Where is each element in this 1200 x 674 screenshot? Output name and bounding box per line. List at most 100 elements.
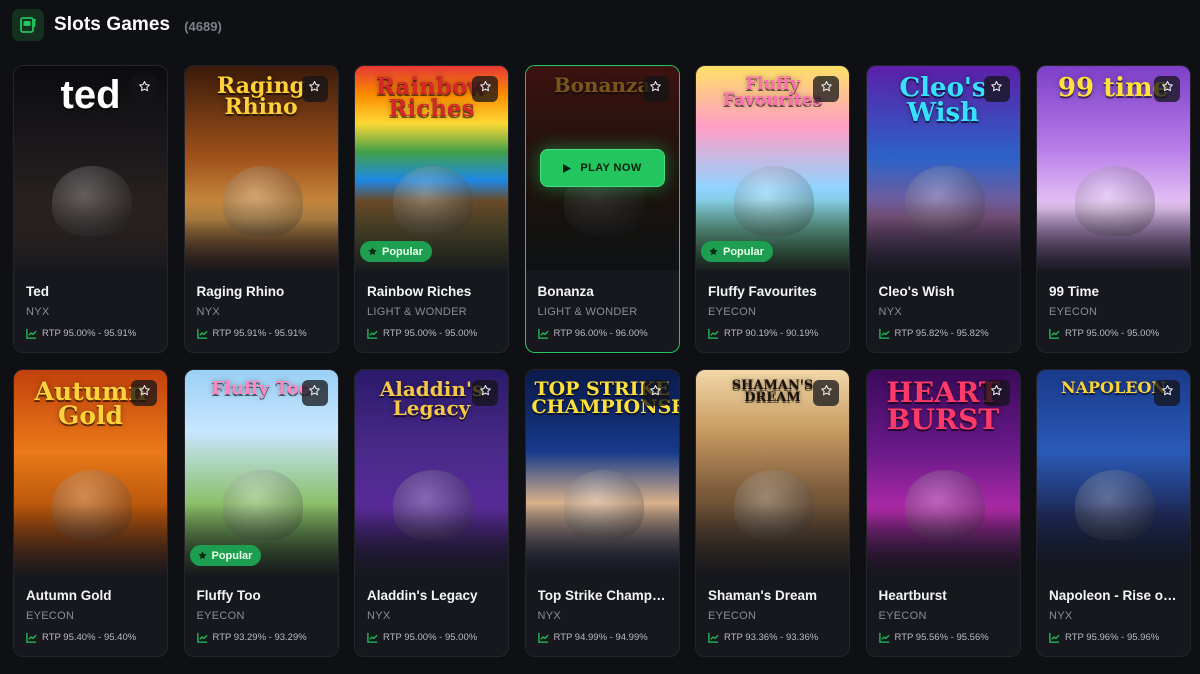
trend-chart-icon: [708, 632, 719, 643]
favorite-star-button[interactable]: [472, 76, 498, 102]
trend-chart-icon: [537, 632, 549, 643]
game-title[interactable]: Top Strike Championship: [538, 588, 669, 603]
favorite-star-button[interactable]: [983, 380, 1010, 406]
games-grid: ted Ted NYX RTP 95.00% - 95.91% Raging Rhino…: [13, 65, 1191, 657]
favorite-star-button[interactable]: [472, 380, 498, 406]
star-icon: [820, 384, 833, 402]
game-card[interactable]: Aladdin's Legacy Aladdin's Legacy NYX RTP 9…: [354, 369, 509, 657]
favorite-star-button[interactable]: [1154, 380, 1180, 406]
favorite-star-button[interactable]: [642, 380, 669, 406]
game-card[interactable]: Raging Rhino Raging Rhino NYX RTP 95.91% - …: [183, 65, 339, 353]
favorite-star-button[interactable]: [813, 380, 839, 406]
trend-chart-icon: [367, 328, 378, 339]
game-rtp: RTP 95.82% - 95.82%: [878, 328, 1010, 339]
game-info: Raging Rhino NYX RTP 95.91% - 95.91%: [197, 284, 328, 339]
trend-chart-icon: [537, 328, 549, 339]
game-provider: EYECON: [878, 610, 927, 622]
rtp-value: RTP 95.40% - 95.40%: [42, 632, 137, 643]
game-title[interactable]: Shaman's Dream: [708, 588, 839, 603]
star-icon: [820, 80, 833, 98]
thumbnail-fade: [355, 504, 508, 574]
trend-chart-icon: [26, 632, 37, 643]
favorite-star-button[interactable]: [131, 380, 157, 406]
game-provider: LIGHT & WONDER: [537, 306, 638, 318]
star-filled-icon: [708, 246, 719, 257]
game-info: Bonanza LIGHT & WONDER RTP 96.00% - 96.00%: [538, 284, 669, 339]
favorite-star-button[interactable]: [131, 76, 157, 102]
favorite-star-button[interactable]: [983, 76, 1010, 102]
game-info: Cleo's Wish NYX RTP 95.82% - 95.82%: [879, 284, 1010, 339]
game-card[interactable]: Cleo's Wish Cleo's Wish NYX RTP 95.82% - 95…: [865, 65, 1021, 353]
rtp-value: RTP 93.36% - 93.36%: [724, 632, 819, 643]
game-provider: NYX: [196, 306, 221, 318]
rtp-value: RTP 90.19% - 90.19%: [724, 328, 819, 339]
favorite-star-button[interactable]: [301, 76, 328, 102]
game-card[interactable]: SHAMAN'S DREAM Shaman's Dream EYECON RTP 93…: [695, 369, 850, 657]
game-title[interactable]: Rainbow Riches: [367, 284, 498, 299]
page-header: Slots Games (4689): [12, 8, 222, 42]
play-icon: [562, 163, 572, 174]
game-title[interactable]: Heartburst: [879, 588, 1010, 603]
game-provider: LIGHT & WONDER: [367, 306, 467, 318]
star-icon: [1161, 80, 1174, 98]
thumbnail-fade: [1037, 200, 1190, 270]
thumbnail-fade: [14, 200, 167, 270]
game-provider: EYECON: [708, 610, 757, 622]
game-rtp: RTP 95.00% - 95.91%: [26, 328, 157, 339]
rtp-value: RTP 95.00% - 95.00%: [383, 632, 478, 643]
play-now-label: PLAY NOW: [580, 162, 642, 174]
popular-badge: Popular: [189, 545, 262, 566]
game-rtp: RTP 96.00% - 96.00%: [537, 328, 669, 339]
rtp-value: RTP 95.00% - 95.91%: [42, 328, 137, 339]
play-now-button[interactable]: PLAY NOW: [539, 149, 665, 187]
favorite-star-button[interactable]: [1154, 76, 1180, 102]
rtp-value: RTP 94.99% - 94.99%: [553, 632, 648, 643]
game-card[interactable]: Rainbow Riches Popular Rainbow Riches LIGHT…: [354, 65, 509, 353]
game-card[interactable]: HEART BURST Heartburst EYECON RTP 95.56% - …: [865, 369, 1021, 657]
rtp-value: RTP 95.96% - 95.96%: [1065, 632, 1160, 643]
game-title[interactable]: Ted: [26, 284, 157, 299]
game-title[interactable]: Autumn Gold: [26, 588, 157, 603]
game-card[interactable]: Fluffy Too Popular Fluffy Too EYECON RTP 93.…: [183, 369, 339, 657]
game-card[interactable]: Fluffy Favourites Popular Fluffy Favourite…: [695, 65, 850, 353]
game-title[interactable]: Bonanza: [538, 284, 669, 299]
game-card[interactable]: TOP STRIKE CHAMPIONSHIPTop Strike Champi…: [524, 369, 680, 657]
trend-chart-icon: [1049, 328, 1060, 339]
thumbnail-fade: [525, 504, 679, 574]
rtp-value: RTP 93.29% - 93.29%: [212, 632, 307, 643]
game-rtp: RTP 95.40% - 95.40%: [26, 632, 157, 643]
game-title[interactable]: Fluffy Favourites: [708, 284, 839, 299]
game-title[interactable]: 99 Time: [1049, 284, 1180, 299]
game-card[interactable]: ted Ted NYX RTP 95.00% - 95.91%: [13, 65, 168, 353]
game-title[interactable]: Raging Rhino: [197, 284, 328, 299]
star-icon: [138, 80, 151, 98]
game-info: Autumn Gold EYECON RTP 95.40% - 95.40%: [26, 588, 157, 643]
trend-chart-icon: [367, 632, 378, 643]
game-title[interactable]: Fluffy Too: [197, 588, 328, 603]
slot-machine-icon: [12, 9, 44, 41]
game-rtp: RTP 95.00% - 95.00%: [1049, 328, 1180, 339]
page-title: Slots Games: [54, 14, 171, 35]
game-title[interactable]: Napoleon - Rise of an Empire: [1049, 588, 1180, 603]
thumbnail-fade: [14, 504, 167, 574]
trend-chart-icon: [708, 328, 719, 339]
game-info: Shaman's Dream EYECON RTP 93.36% - 93.36%: [708, 588, 839, 643]
game-count: (4689): [184, 18, 222, 34]
game-card[interactable]: Autumn Gold Autumn Gold EYECON RTP 95.40% -…: [13, 369, 168, 657]
trend-chart-icon: [878, 328, 890, 339]
game-info: Fluffy Too EYECON RTP 93.29% - 93.29%: [197, 588, 328, 643]
game-provider: NYX: [878, 306, 903, 318]
trend-chart-icon: [196, 328, 208, 339]
favorite-star-button[interactable]: [642, 76, 669, 102]
favorite-star-button[interactable]: [813, 76, 839, 102]
game-title[interactable]: Aladdin's Legacy: [367, 588, 498, 603]
favorite-star-button[interactable]: [301, 380, 328, 406]
game-card[interactable]: 99 time 99 Time EYECON RTP 95.00% - 95.00%: [1036, 65, 1191, 353]
game-card[interactable]: Bonanza PLAY NOW Bonanza LIGHT & WONDER RTP …: [524, 65, 680, 353]
game-card[interactable]: NAPOLEONNapoleon - Rise of an EmpireNYXR…: [1036, 369, 1191, 657]
star-icon: [990, 80, 1003, 98]
game-info: Ted NYX RTP 95.00% - 95.91%: [26, 284, 157, 339]
game-title[interactable]: Cleo's Wish: [879, 284, 1010, 299]
star-icon: [479, 80, 492, 98]
thumbnail-fade: [866, 504, 1020, 574]
